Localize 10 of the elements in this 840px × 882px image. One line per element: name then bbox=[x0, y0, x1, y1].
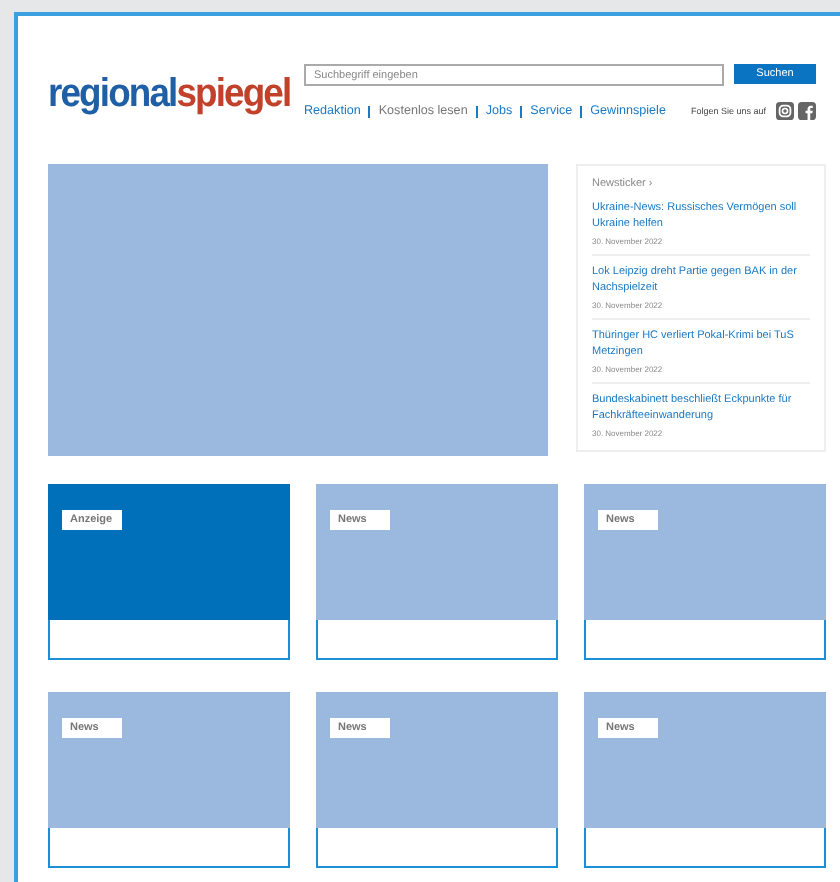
card-caption[interactable] bbox=[48, 828, 290, 868]
instagram-icon[interactable] bbox=[776, 102, 794, 120]
card-caption[interactable] bbox=[584, 620, 826, 660]
facebook-icon[interactable] bbox=[798, 102, 816, 120]
card-caption[interactable] bbox=[584, 828, 826, 868]
card-caption[interactable] bbox=[316, 620, 558, 660]
logo-text[interactable]: spiegel bbox=[176, 72, 291, 116]
logo-text[interactable]: regional bbox=[48, 72, 177, 116]
card-caption[interactable] bbox=[48, 620, 290, 660]
card-caption[interactable] bbox=[316, 828, 558, 868]
